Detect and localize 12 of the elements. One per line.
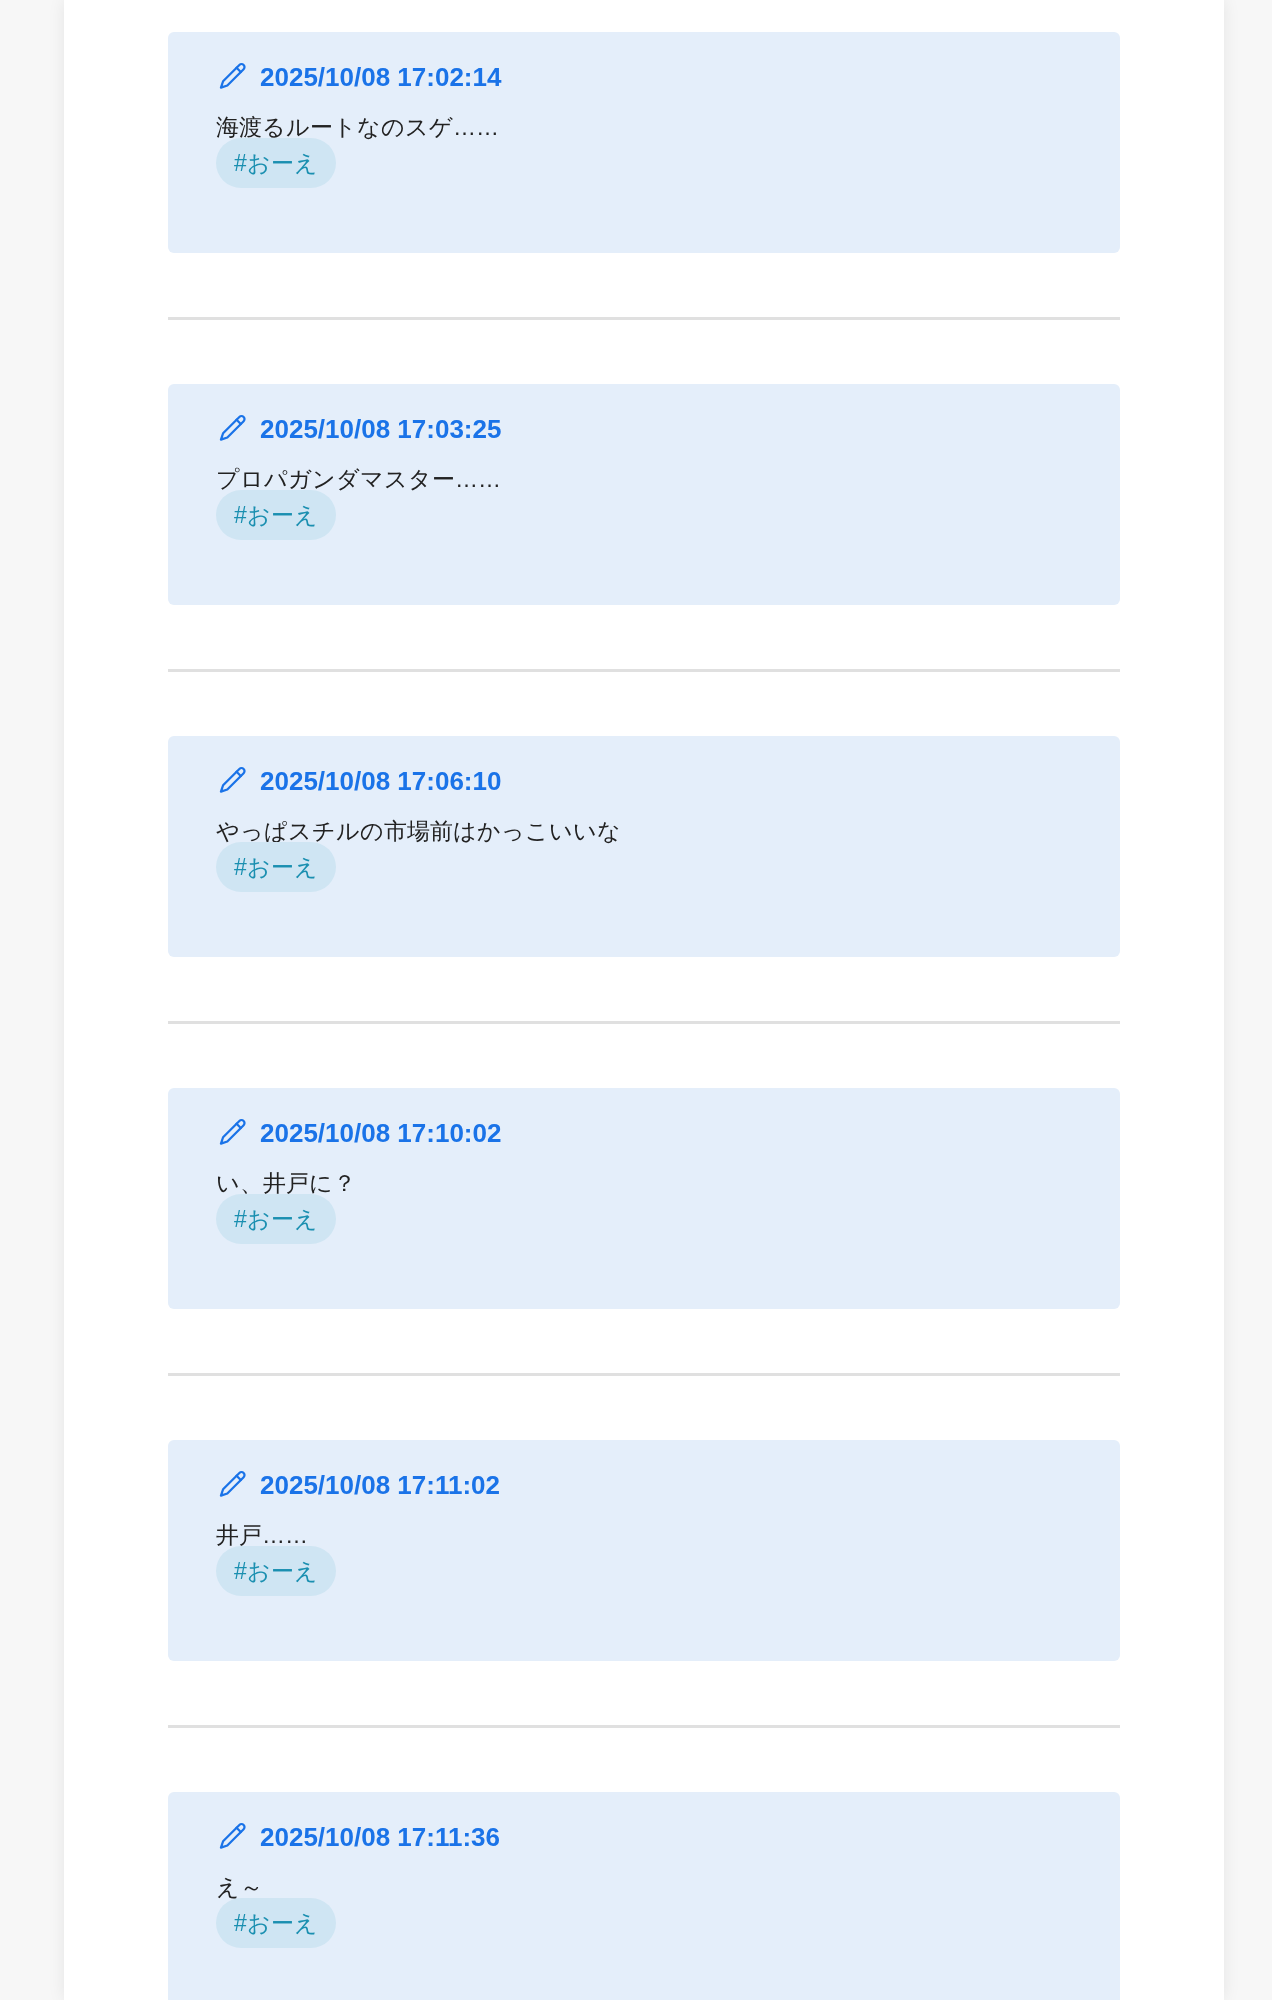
post-timestamp: 2025/10/08 17:10:02 bbox=[260, 1117, 502, 1150]
tag-link[interactable]: #おーえ bbox=[216, 490, 336, 540]
post-timestamp: 2025/10/08 17:03:25 bbox=[260, 413, 502, 446]
tag-link[interactable]: #おーえ bbox=[216, 1898, 336, 1948]
post-timestamp: 2025/10/08 17:06:10 bbox=[260, 765, 502, 798]
tag-link[interactable]: #おーえ bbox=[216, 138, 336, 188]
tag-link[interactable]: #おーえ bbox=[216, 1194, 336, 1244]
post-timestamp: 2025/10/08 17:11:36 bbox=[260, 1821, 500, 1854]
tag-link[interactable]: #おーえ bbox=[216, 1546, 336, 1596]
tag-link[interactable]: #おーえ bbox=[216, 842, 336, 892]
post-timestamp: 2025/10/08 17:11:02 bbox=[260, 1469, 500, 1502]
post-timestamp: 2025/10/08 17:02:14 bbox=[260, 61, 502, 94]
